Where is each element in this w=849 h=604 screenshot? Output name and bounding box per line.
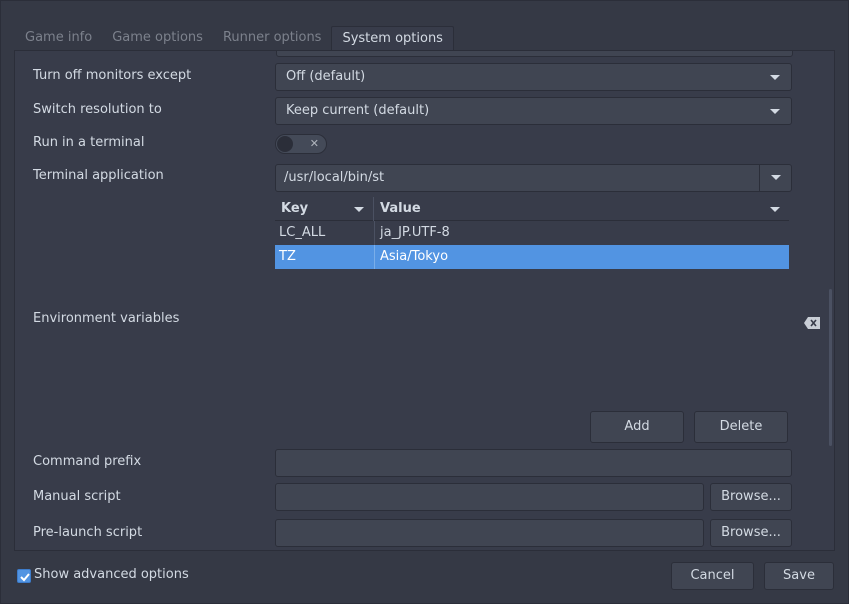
switch-resolution-value: Keep current (default) — [286, 103, 430, 118]
turn-off-monitors-label: Turn off monitors except — [33, 68, 192, 83]
terminal-application-value: /usr/local/bin/st — [284, 170, 385, 185]
row-key[interactable]: LC_ALL — [275, 221, 374, 245]
chevron-down-icon — [770, 109, 780, 114]
terminal-application-dropdown-button[interactable] — [759, 165, 791, 191]
delete-env-button[interactable]: Delete — [694, 411, 788, 443]
cancel-button[interactable]: Cancel — [671, 562, 754, 590]
row-value[interactable]: Asia/Tokyo — [374, 245, 789, 269]
turn-off-monitors-combo[interactable]: Off (default) — [275, 63, 792, 91]
manual-script-label: Manual script — [33, 489, 121, 504]
column-header-value[interactable]: Value — [374, 197, 789, 221]
sort-down-icon — [770, 207, 780, 212]
add-env-button[interactable]: Add — [590, 411, 684, 443]
tab-runner-options[interactable]: Runner options — [213, 26, 332, 51]
tab-game-info[interactable]: Game info — [15, 26, 102, 51]
table-row[interactable]: LC_ALL ja_JP.UTF-8 — [275, 221, 789, 245]
column-key-label: Key — [281, 201, 309, 216]
run-in-terminal-label: Run in a terminal — [33, 135, 145, 150]
switch-resolution-label: Switch resolution to — [33, 102, 162, 117]
show-advanced-label[interactable]: Show advanced options — [34, 567, 189, 582]
panel-scrollbar[interactable] — [829, 289, 832, 446]
manual-script-input[interactable] — [275, 483, 704, 511]
environment-variables-label: Environment variables — [33, 311, 180, 326]
table-header: Key Value — [275, 197, 789, 221]
sort-down-icon — [354, 207, 364, 212]
command-prefix-label: Command prefix — [33, 454, 142, 469]
system-options-panel: Turn off monitors except Off (default) S… — [14, 50, 835, 551]
save-button[interactable]: Save — [764, 562, 834, 590]
row-value[interactable]: ja_JP.UTF-8 — [374, 221, 789, 245]
show-advanced-checkbox[interactable] — [17, 569, 31, 583]
pre-launch-script-label: Pre-launch script — [33, 525, 143, 540]
column-header-key[interactable]: Key — [275, 197, 374, 221]
tab-game-options[interactable]: Game options — [102, 26, 213, 51]
table-row-selected[interactable]: TZ Asia/Tokyo — [275, 245, 789, 269]
command-prefix-input[interactable] — [275, 449, 792, 477]
checkmark-icon — [20, 573, 30, 582]
tab-system-options[interactable]: System options — [331, 26, 454, 51]
row-key[interactable]: TZ — [275, 245, 374, 269]
manual-script-browse-button[interactable]: Browse... — [710, 483, 792, 511]
run-in-terminal-switch[interactable]: ✕ — [275, 134, 327, 154]
pre-launch-script-input[interactable] — [275, 519, 704, 547]
pre-launch-script-browse-button[interactable]: Browse... — [710, 519, 792, 547]
column-value-label: Value — [380, 201, 421, 216]
clipped-field[interactable] — [276, 51, 793, 57]
chevron-down-icon — [770, 75, 780, 80]
switch-resolution-combo[interactable]: Keep current (default) — [275, 97, 792, 125]
terminal-application-label: Terminal application — [33, 168, 164, 183]
turn-off-monitors-value: Off (default) — [286, 69, 366, 84]
backspace-clear-icon[interactable] — [804, 317, 820, 329]
terminal-application-combo[interactable]: /usr/local/bin/st — [275, 164, 792, 192]
close-icon: ✕ — [309, 137, 319, 150]
switch-knob — [277, 136, 293, 152]
chevron-down-icon — [771, 175, 781, 180]
tab-bar: Game info Game options Runner options Sy… — [15, 26, 454, 51]
environment-variables-table: Key Value LC_ALL ja_JP.UTF-8 TZ Asia/Tok… — [275, 197, 789, 269]
